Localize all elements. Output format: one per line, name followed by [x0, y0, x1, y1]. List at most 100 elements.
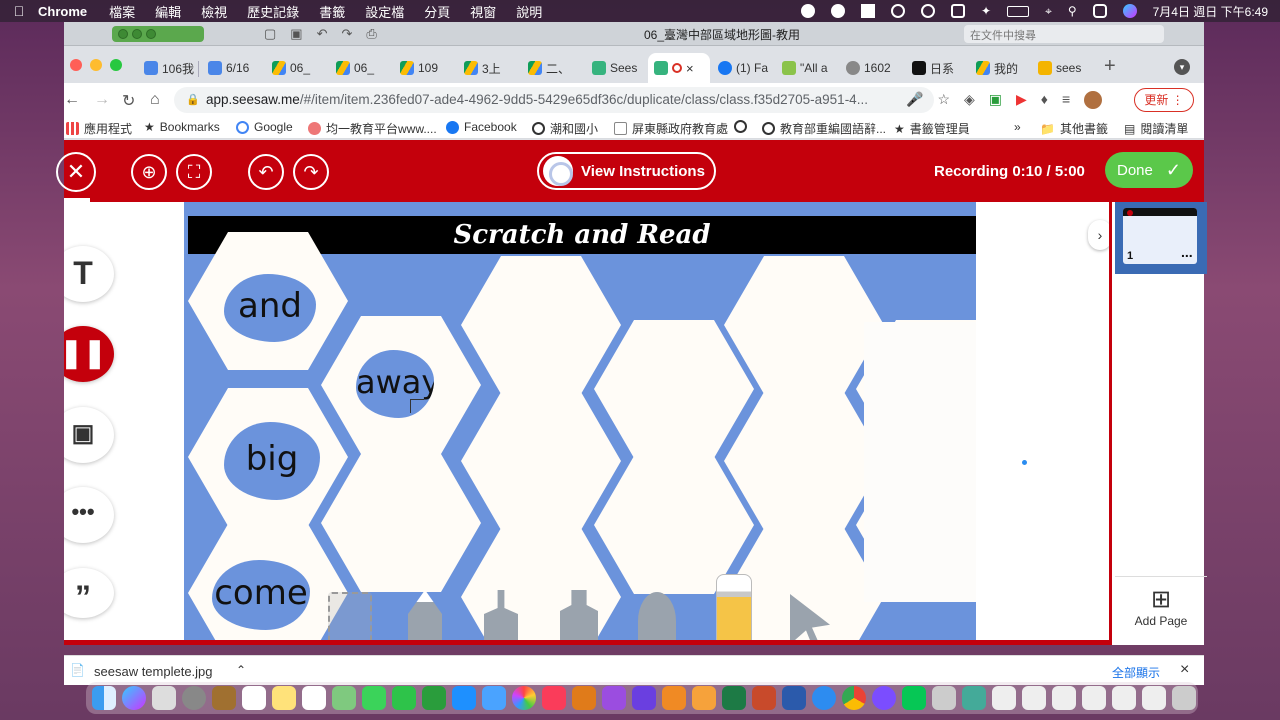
- podcasts-icon[interactable]: [602, 686, 626, 710]
- word-icon[interactable]: [782, 686, 806, 710]
- quote-icon[interactable]: ”: [64, 568, 114, 618]
- launchpad-icon[interactable]: [152, 686, 176, 710]
- update-button[interactable]: 更新 ⋮: [1134, 88, 1194, 112]
- fullscreen-icon[interactable]: ⛶: [176, 154, 212, 190]
- hand-select-tool[interactable]: [328, 592, 372, 640]
- document-icon[interactable]: [1082, 686, 1106, 710]
- trash-icon[interactable]: [1172, 686, 1196, 710]
- other-bookmarks[interactable]: 📁 其他書籤: [1040, 120, 1108, 137]
- apple-icon[interactable]: : [0, 3, 38, 19]
- document-icon[interactable]: [1022, 686, 1046, 710]
- pause-recording-button[interactable]: ❚❚: [64, 326, 114, 382]
- minimize-window-button[interactable]: [90, 59, 102, 71]
- menu-item-profiles[interactable]: 設定檔: [365, 2, 404, 21]
- menu-item-bookmarks[interactable]: 書籤: [319, 2, 345, 21]
- menu-item-history[interactable]: 歷史記錄: [247, 2, 299, 21]
- highlighter-tool-icon[interactable]: [560, 590, 598, 640]
- chevron-up-icon[interactable]: ⌃: [236, 663, 246, 677]
- zoom-in-icon[interactable]: ⊕: [131, 154, 167, 190]
- tab-search-button[interactable]: ▾: [1174, 59, 1190, 75]
- more-tools-icon[interactable]: •••: [64, 487, 114, 543]
- spotlight-search-icon[interactable]: ⚲: [1068, 4, 1077, 18]
- bookmark-star-icon[interactable]: ☆: [937, 91, 950, 109]
- tab-4[interactable]: 06_: [330, 53, 390, 83]
- battery-icon[interactable]: [1007, 5, 1030, 17]
- finder-icon[interactable]: [92, 686, 116, 710]
- drawing-canvas[interactable]: Scratch and Read and away big come T ❚❚ …: [64, 202, 1109, 640]
- bookmark-google[interactable]: Google: [236, 120, 293, 134]
- siri-icon[interactable]: [1122, 4, 1137, 18]
- back-icon[interactable]: ←: [64, 91, 80, 109]
- input-method-icon[interactable]: [951, 4, 965, 18]
- siri-icon[interactable]: [122, 686, 146, 710]
- tab-10[interactable]: (1) Fa: [712, 53, 772, 83]
- document-icon[interactable]: [1112, 686, 1136, 710]
- extension-icon[interactable]: ◈: [964, 91, 975, 109]
- forward-icon[interactable]: →: [94, 91, 110, 109]
- photos-icon[interactable]: [512, 686, 536, 710]
- close-icon[interactable]: ×: [1180, 661, 1189, 679]
- screencastify-icon[interactable]: ▶: [1016, 91, 1027, 109]
- tab-2[interactable]: 6/16: [202, 53, 262, 83]
- page-thumbnail[interactable]: 1 ...: [1115, 202, 1207, 274]
- control-center-icon[interactable]: [1092, 4, 1107, 18]
- done-button[interactable]: Done ✓: [1105, 152, 1193, 188]
- music-icon[interactable]: [542, 686, 566, 710]
- undo-icon[interactable]: ↶: [248, 154, 284, 190]
- bookmark-dictionary[interactable]: 教育部重編國語辭...: [762, 120, 886, 137]
- notes-icon[interactable]: [272, 686, 296, 710]
- tab-6[interactable]: 3上: [458, 53, 518, 83]
- tab-close-icon[interactable]: ×: [686, 61, 694, 76]
- bookmark-apps[interactable]: 應用程式: [66, 120, 132, 137]
- show-all-button[interactable]: 全部顯示: [1112, 664, 1160, 681]
- doc-window-controls[interactable]: [112, 26, 204, 42]
- powerpoint-icon[interactable]: [752, 686, 776, 710]
- new-tab-button[interactable]: +: [1104, 55, 1116, 78]
- doc-search-input[interactable]: 在文件中搜尋: [964, 25, 1164, 43]
- pages-icon[interactable]: [692, 686, 716, 710]
- reading-list[interactable]: ▤ 閱讀清單: [1124, 120, 1188, 137]
- reading-list-icon[interactable]: ≡: [1062, 91, 1070, 109]
- line-icon[interactable]: [831, 4, 845, 18]
- tab-14[interactable]: 我的: [970, 53, 1030, 83]
- menu-app-name[interactable]: Chrome: [38, 4, 87, 19]
- tab-1[interactable]: 106我: [138, 53, 198, 83]
- zoom-window-button[interactable]: [110, 59, 122, 71]
- bluetooth-icon[interactable]: ✦: [981, 4, 991, 18]
- app-icon[interactable]: [212, 686, 236, 710]
- undo-icon[interactable]: ↶: [317, 26, 328, 42]
- menu-item-window[interactable]: 視窗: [470, 2, 496, 21]
- reminders-icon[interactable]: [302, 686, 326, 710]
- mic-icon[interactable]: 🎤: [906, 91, 923, 109]
- line-icon[interactable]: [902, 686, 926, 710]
- text-tool-icon[interactable]: T: [64, 246, 114, 302]
- screen-record-icon[interactable]: [891, 4, 905, 18]
- tab-12[interactable]: 1602: [840, 53, 904, 83]
- app-status-icon[interactable]: [861, 4, 875, 18]
- app-store-icon[interactable]: [452, 686, 476, 710]
- app-icon[interactable]: [962, 686, 986, 710]
- bookmarks-overflow-button[interactable]: »: [1014, 120, 1021, 134]
- pencil-tool-icon[interactable]: [408, 590, 442, 640]
- books-icon[interactable]: [662, 686, 686, 710]
- print-icon[interactable]: ⎙: [366, 26, 376, 42]
- page-more-menu[interactable]: ...: [1181, 244, 1193, 260]
- save-icon[interactable]: ▣: [290, 26, 302, 42]
- sidebar-toggle-icon[interactable]: ▢: [264, 26, 276, 42]
- document-icon[interactable]: [992, 686, 1016, 710]
- bookmark-manager[interactable]: ★ 書籤管理員: [894, 120, 970, 137]
- eraser-tool-icon[interactable]: [716, 574, 752, 640]
- bookmark-globe[interactable]: [734, 120, 752, 133]
- bookmark-junyi[interactable]: 均一教育平台www....: [308, 120, 437, 137]
- tab-8[interactable]: Sees: [586, 53, 646, 83]
- app-icon[interactable]: [932, 686, 956, 710]
- add-page-button[interactable]: ⊞ Add Page: [1115, 576, 1207, 644]
- close-window-button[interactable]: [70, 59, 82, 71]
- lock-icon[interactable]: 🔒: [186, 93, 200, 106]
- reload-icon[interactable]: ↻: [122, 91, 135, 111]
- view-instructions-button[interactable]: View Instructions: [537, 152, 716, 190]
- menu-item-tabs[interactable]: 分頁: [424, 2, 450, 21]
- maps-icon[interactable]: [332, 686, 356, 710]
- play-icon[interactable]: [921, 4, 935, 18]
- close-icon[interactable]: ✕: [56, 152, 96, 192]
